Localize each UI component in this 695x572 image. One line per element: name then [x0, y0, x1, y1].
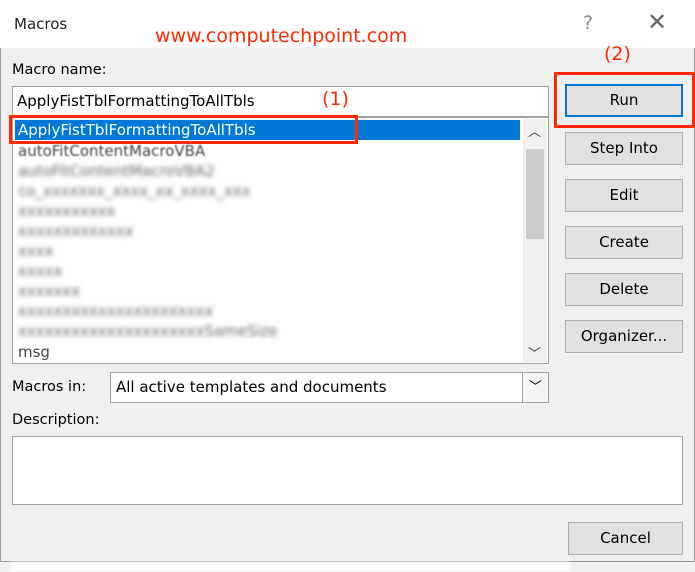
list-item-blurred[interactable]: xxxxxxx — [15, 281, 80, 301]
organizer-button[interactable]: Organizer... — [565, 320, 683, 353]
annotation-box-1 — [9, 115, 358, 144]
list-item[interactable]: msg — [15, 342, 50, 362]
list-item-blurred[interactable]: xxxxxxxxxxxxx — [15, 221, 133, 241]
annotation-2: (2) — [604, 43, 631, 65]
scroll-thumb[interactable] — [526, 149, 544, 239]
list-item-blurred[interactable]: co_xxxxxxx_xxxx_xx_xxxx_xxx — [15, 181, 250, 201]
macros-in-value: All active templates and documents — [116, 378, 387, 396]
create-button[interactable]: Create — [565, 226, 683, 259]
edit-button[interactable]: Edit — [565, 179, 683, 212]
description-label: Description: — [12, 412, 100, 428]
dialog-title: Macros — [14, 15, 68, 33]
watermark: www.computechpoint.com — [155, 25, 408, 47]
list-item-blurred[interactable]: xxxxx — [15, 261, 62, 281]
scroll-down-icon[interactable]: ﹀ — [528, 343, 541, 362]
macro-list[interactable]: ApplyFistTblFormattingToAllTbls autoFitC… — [12, 117, 549, 364]
macros-in-select[interactable]: All active templates and documents ﹀ — [110, 372, 549, 403]
list-item-blurred[interactable]: xxxxxxxxxxxxxxxxxxxxxSameSize — [15, 321, 278, 341]
run-button[interactable]: Run — [565, 84, 683, 117]
description-box — [12, 436, 683, 505]
close-icon[interactable]: ✕ — [647, 8, 667, 36]
macros-in-label: Macros in: — [12, 379, 87, 395]
help-icon[interactable]: ? — [583, 12, 593, 34]
list-item[interactable]: autoFitContentMacroVBA — [15, 141, 205, 161]
list-item-blurred[interactable]: xxxxxxxxxxxxxxxxxxxxxx — [15, 301, 213, 321]
delete-button[interactable]: Delete — [565, 273, 683, 306]
scroll-up-icon[interactable]: ︿ — [528, 121, 541, 140]
chevron-down-icon[interactable]: ﹀ — [522, 373, 548, 402]
list-item-blurred[interactable]: xxxxxxxxxxx — [15, 201, 116, 221]
background-document-text — [10, 562, 570, 572]
list-scrollbar[interactable]: ︿ ﹀ — [523, 119, 547, 362]
list-item-blurred[interactable]: autoFitContentMacroVBA2 — [15, 161, 215, 181]
annotation-1: (1) — [322, 88, 349, 110]
list-item-blurred[interactable]: xxxx — [15, 241, 54, 261]
step-into-button[interactable]: Step Into — [565, 132, 683, 165]
macro-name-label: Macro name: — [12, 62, 107, 78]
macro-name-input[interactable]: ApplyFistTblFormattingToAllTbls — [12, 86, 549, 117]
cancel-button[interactable]: Cancel — [568, 522, 683, 555]
